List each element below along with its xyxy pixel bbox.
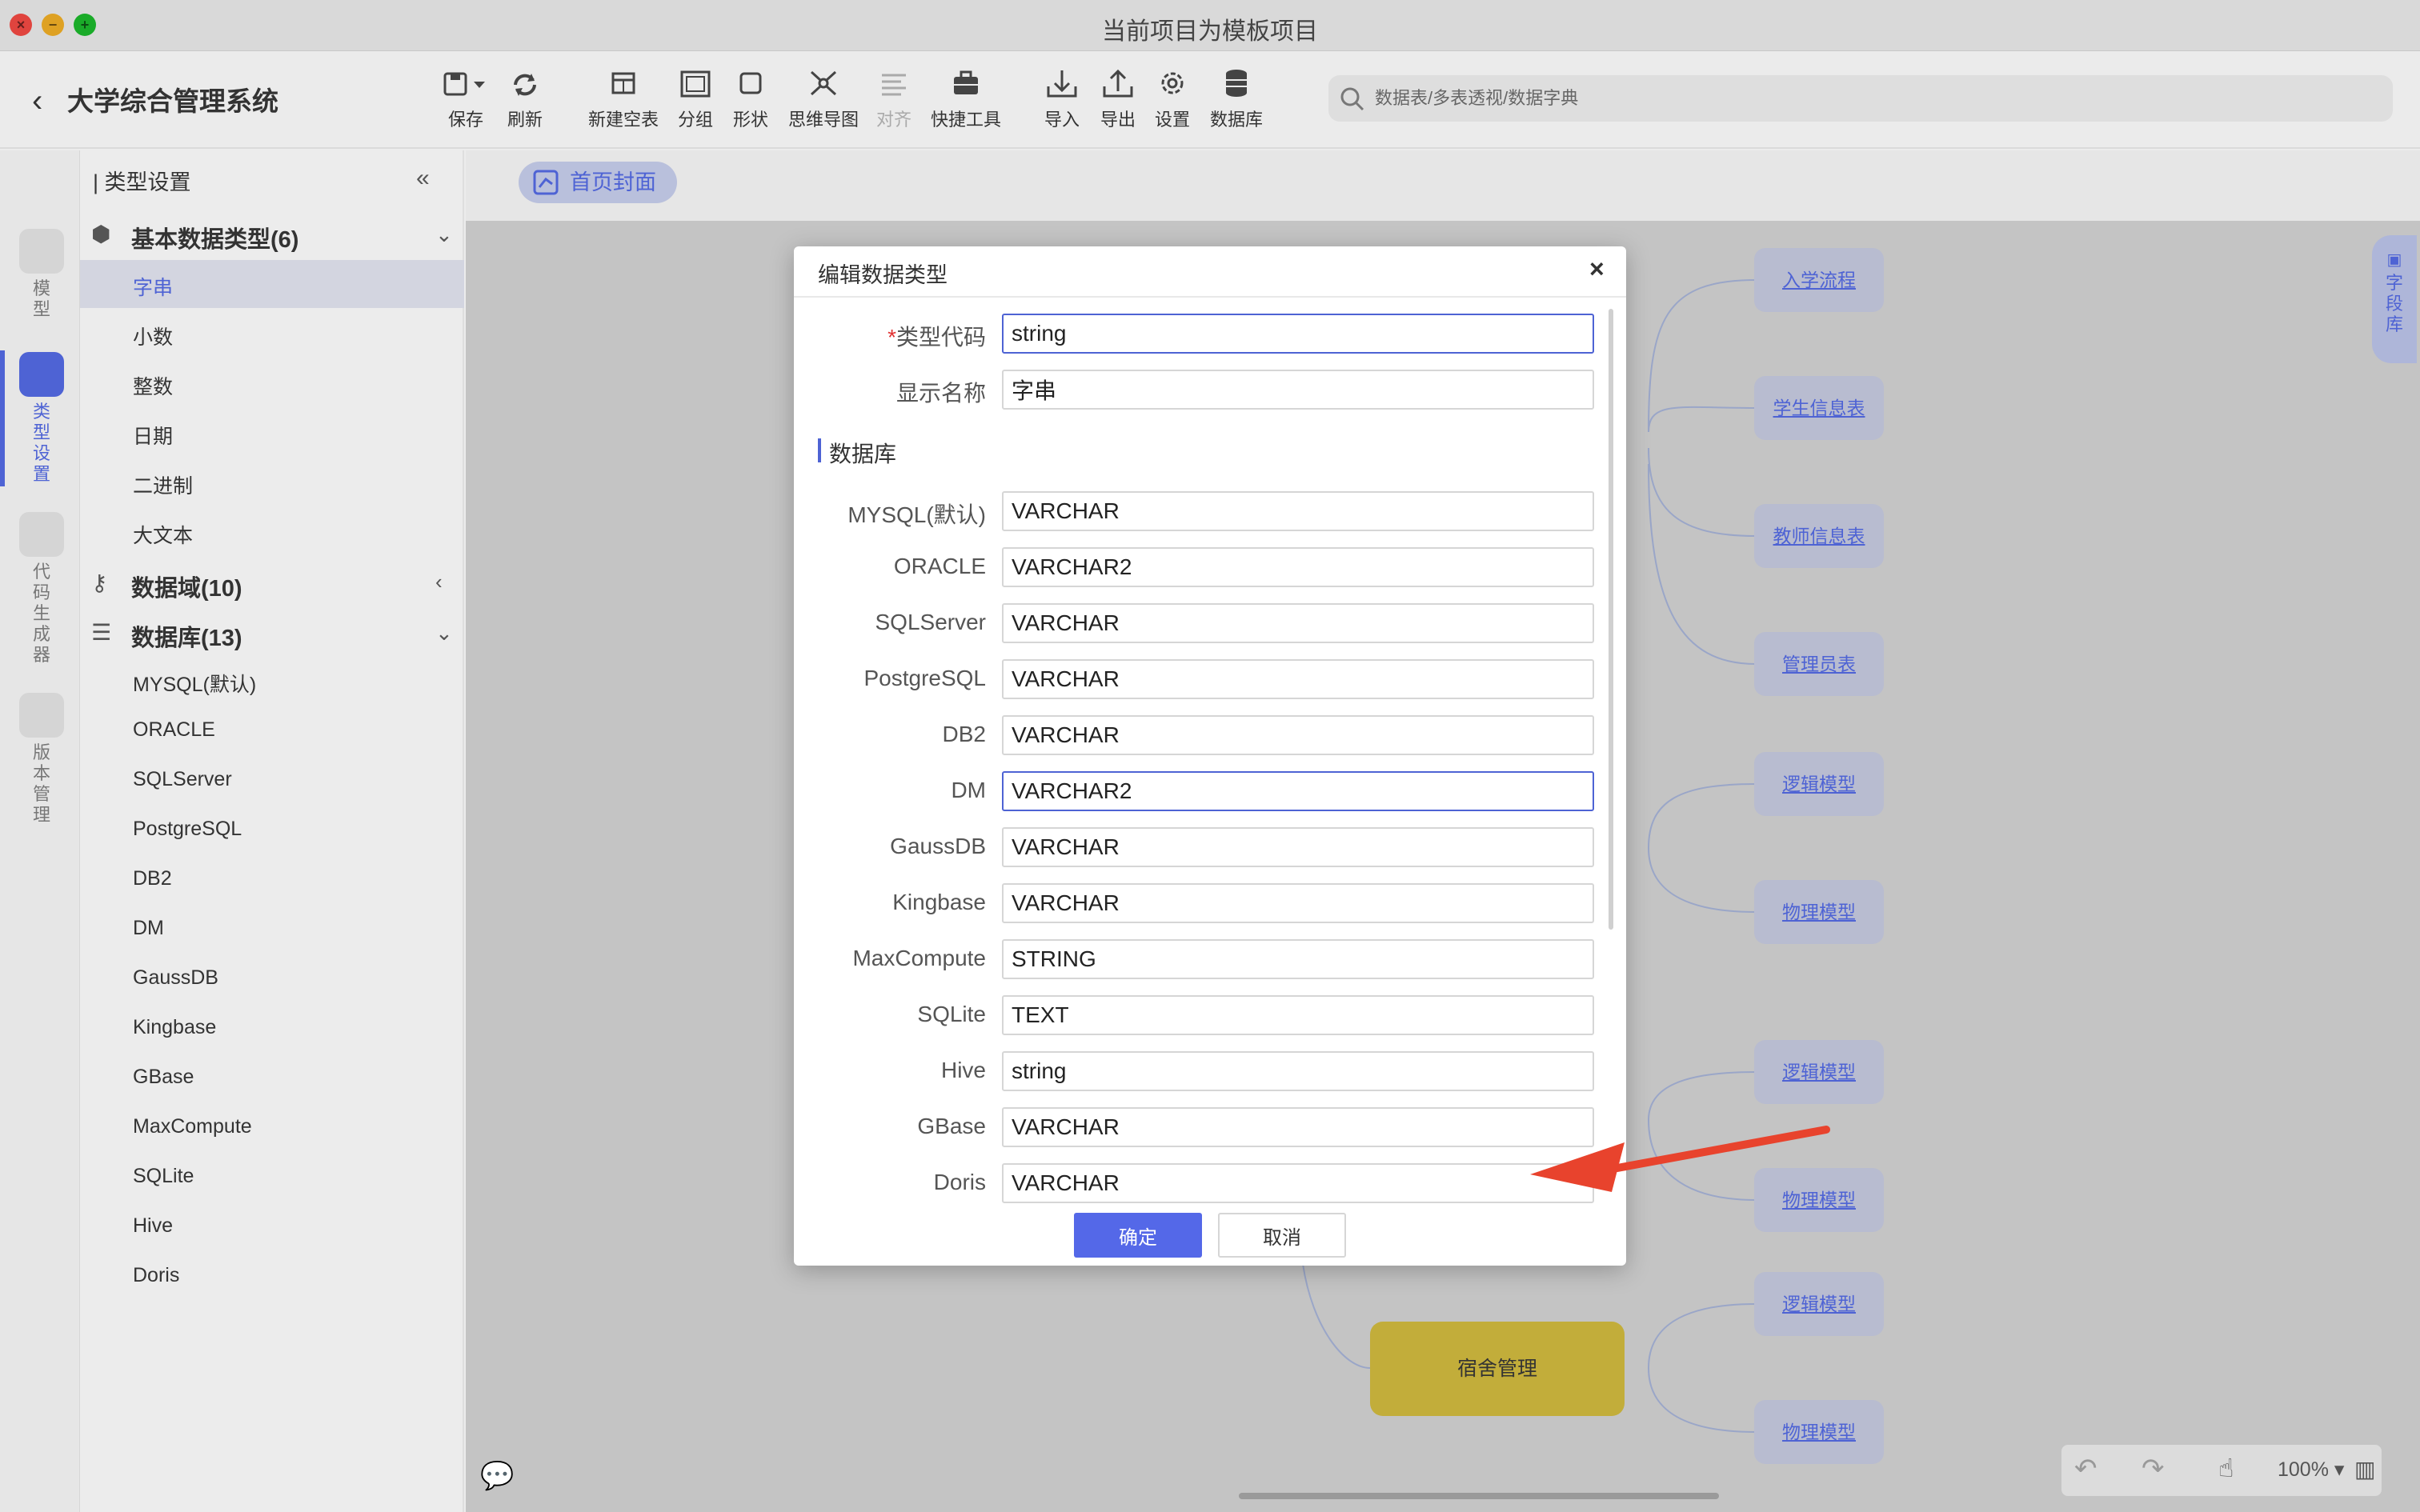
annotation-arrow (1530, 1126, 1830, 1192)
